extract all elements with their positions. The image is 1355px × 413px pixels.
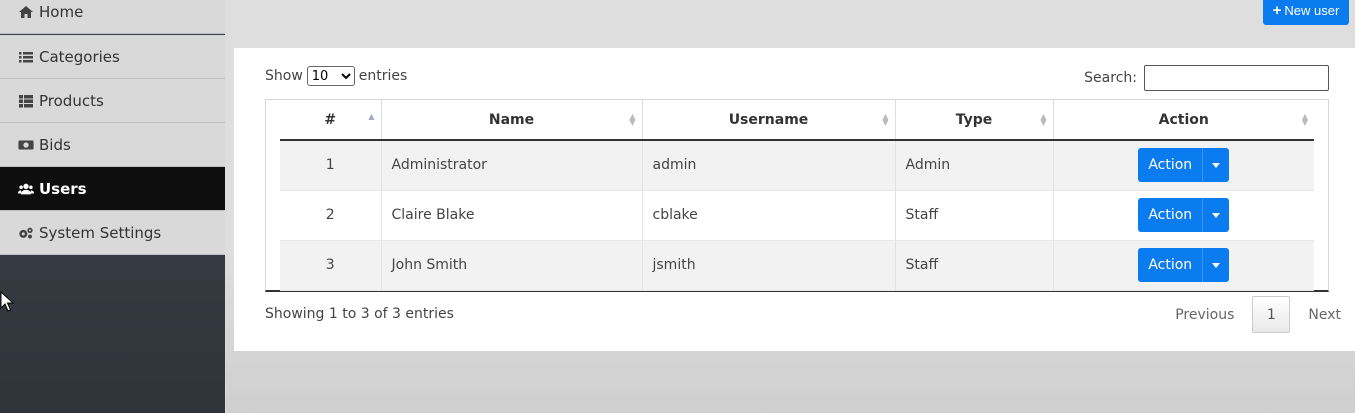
row-name: Claire Blake <box>381 190 643 241</box>
action-button[interactable]: Action <box>1138 248 1203 282</box>
search-input[interactable] <box>1144 65 1329 91</box>
column-header-username[interactable]: Username ▲ ▼ <box>642 100 896 141</box>
next-page-button[interactable]: Next <box>1308 307 1341 323</box>
sidebar-item-label: Categories <box>39 47 120 66</box>
action-dropdown-button[interactable]: Action <box>1138 198 1230 232</box>
row-action-cell: Action <box>1053 240 1314 291</box>
sort-asc-icon: ▲ <box>368 112 375 121</box>
sidebar-item-system-settings[interactable]: System Settings <box>0 211 225 255</box>
previous-page-button[interactable]: Previous <box>1175 307 1234 323</box>
sort-icon: ▲ ▼ <box>882 112 889 127</box>
sidebar-item-label: System Settings <box>39 223 162 242</box>
row-username: cblake <box>642 190 896 241</box>
sidebar-item-label: Users <box>39 179 87 198</box>
column-header-type[interactable]: Type ▲ ▼ <box>895 100 1054 141</box>
users-card: Show 10 entries Search: # ▲ Name ▲ ▼ Use… <box>234 48 1355 351</box>
plus-icon: + <box>1272 2 1282 19</box>
caret-down-icon[interactable] <box>1202 198 1230 232</box>
action-button[interactable]: Action <box>1138 198 1203 232</box>
money-icon <box>18 138 34 152</box>
show-entries: Show 10 entries <box>265 66 407 86</box>
cogs-icon <box>18 226 34 240</box>
caret-down-icon[interactable] <box>1202 248 1230 282</box>
row-action-cell: Action <box>1053 140 1314 191</box>
table-info: Showing 1 to 3 of 3 entries <box>265 306 454 322</box>
sidebar-item-products[interactable]: Products <box>0 79 225 123</box>
table-row: 2 Claire Blake cblake Staff Action <box>280 190 1314 241</box>
sidebar-item-home[interactable]: Home <box>0 0 225 34</box>
table-row: 3 John Smith jsmith Staff Action <box>280 240 1314 291</box>
sort-icon: ▲ ▼ <box>629 112 636 127</box>
search-label: Search: <box>1084 70 1137 86</box>
main-content: + New user Show 10 entries Search: # ▲ N… <box>226 0 1355 413</box>
sidebar-item-label: Bids <box>39 135 71 154</box>
list-icon <box>18 50 34 64</box>
row-type: Staff <box>895 240 1054 291</box>
row-name: Administrator <box>381 140 643 191</box>
sidebar: Home Categories Products Bids Users Syst… <box>0 0 225 413</box>
action-dropdown-button[interactable]: Action <box>1138 248 1230 282</box>
table-row: 1 Administrator admin Admin Action <box>280 140 1314 191</box>
sidebar-item-users[interactable]: Users <box>0 167 225 211</box>
row-username: admin <box>642 140 896 191</box>
row-type: Admin <box>895 140 1054 191</box>
users-table-wrapper: # ▲ Name ▲ ▼ Username ▲ ▼ Type ▲ ▼ Actio… <box>265 99 1329 292</box>
row-action-cell: Action <box>1053 190 1314 241</box>
column-header-name[interactable]: Name ▲ ▼ <box>381 100 643 141</box>
row-username: jsmith <box>642 240 896 291</box>
row-name: John Smith <box>381 240 643 291</box>
users-table: # ▲ Name ▲ ▼ Username ▲ ▼ Type ▲ ▼ Actio… <box>280 100 1314 291</box>
action-dropdown-button[interactable]: Action <box>1138 148 1230 183</box>
sidebar-item-label: Home <box>39 2 84 21</box>
mouse-cursor-icon <box>0 291 14 312</box>
new-user-button[interactable]: + New user <box>1263 0 1349 25</box>
users-icon <box>18 182 34 196</box>
pagination: Previous 1 Next <box>1175 296 1341 333</box>
th-list-icon <box>18 94 34 108</box>
sidebar-item-label: Products <box>39 91 104 110</box>
page-length-select[interactable]: 10 <box>306 66 355 86</box>
action-button[interactable]: Action <box>1138 148 1203 183</box>
row-number: 2 <box>280 190 382 241</box>
row-type: Staff <box>895 190 1054 241</box>
column-header-action[interactable]: Action ▲ ▼ <box>1053 100 1314 141</box>
row-number: 1 <box>280 140 382 191</box>
caret-down-icon[interactable] <box>1202 148 1230 183</box>
row-number: 3 <box>280 240 382 291</box>
page-1-button[interactable]: 1 <box>1252 296 1291 333</box>
home-icon <box>18 5 34 19</box>
sort-icon: ▲ ▼ <box>1301 112 1308 127</box>
column-header-number[interactable]: # ▲ <box>280 100 382 141</box>
sidebar-item-bids[interactable]: Bids <box>0 123 225 167</box>
search-box: Search: <box>1084 65 1329 91</box>
sort-icon: ▲ ▼ <box>1040 112 1047 127</box>
sidebar-item-categories[interactable]: Categories <box>0 35 225 79</box>
